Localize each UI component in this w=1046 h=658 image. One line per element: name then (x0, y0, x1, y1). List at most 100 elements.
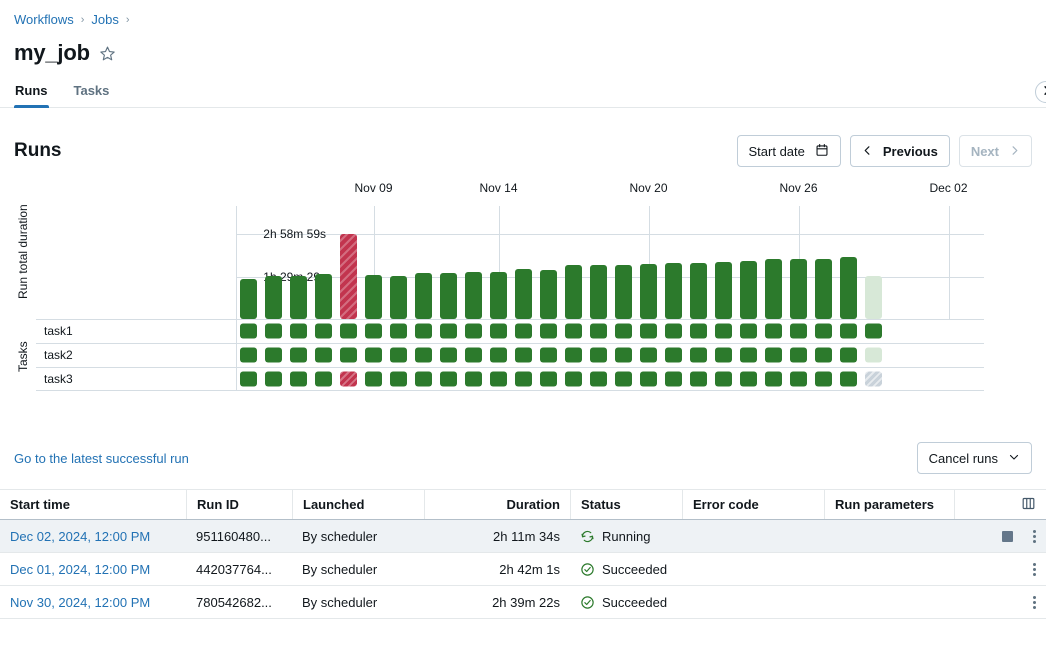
task-status-cell[interactable] (865, 348, 882, 363)
task-status-cell[interactable] (265, 348, 282, 363)
cell-start-time-text[interactable]: Dec 01, 2024, 12:00 PM (10, 562, 150, 577)
chart-bar[interactable] (390, 276, 407, 319)
chart-bar[interactable] (665, 263, 682, 319)
task-status-cell[interactable] (790, 324, 807, 339)
chart-bar[interactable] (490, 272, 507, 319)
task-status-cell[interactable] (465, 348, 482, 363)
task-status-cell[interactable] (590, 372, 607, 387)
task-status-cell[interactable] (715, 372, 732, 387)
chart-bar[interactable] (865, 276, 882, 319)
task-status-cell[interactable] (415, 372, 432, 387)
task-status-cell[interactable] (865, 372, 882, 387)
next-button[interactable]: Next (959, 135, 1032, 167)
chart-bar[interactable] (240, 279, 257, 319)
task-status-cell[interactable] (365, 372, 382, 387)
cell-start-time-text[interactable]: Dec 02, 2024, 12:00 PM (10, 529, 150, 544)
task-status-cell[interactable] (365, 324, 382, 339)
task-status-cell[interactable] (515, 372, 532, 387)
task-status-cell[interactable] (515, 324, 532, 339)
task-status-cell[interactable] (690, 372, 707, 387)
task-status-cell[interactable] (565, 348, 582, 363)
task-status-cell[interactable] (665, 372, 682, 387)
chart-bar[interactable] (615, 265, 632, 319)
chart-bar[interactable] (740, 261, 757, 319)
task-status-cell[interactable] (465, 372, 482, 387)
column-header-run-id[interactable]: Run ID (186, 490, 292, 519)
cell-start-time[interactable]: Nov 30, 2024, 12:00 PM (0, 586, 186, 618)
task-status-cell[interactable] (840, 372, 857, 387)
task-status-cell[interactable] (790, 372, 807, 387)
chart-bar[interactable] (265, 276, 282, 319)
task-status-cell[interactable] (590, 324, 607, 339)
chart-bar[interactable] (590, 265, 607, 319)
task-status-cell[interactable] (665, 348, 682, 363)
chart-bar[interactable] (790, 259, 807, 319)
task-status-cell[interactable] (540, 324, 557, 339)
chart-bar[interactable] (765, 259, 782, 319)
task-status-cell[interactable] (390, 348, 407, 363)
breadcrumb-item-jobs[interactable]: Jobs (91, 12, 118, 28)
columns-settings-button[interactable] (954, 490, 1046, 519)
task-status-cell[interactable] (315, 372, 332, 387)
task-status-cell[interactable] (740, 372, 757, 387)
chart-bar[interactable] (465, 272, 482, 319)
task-status-cell[interactable] (740, 348, 757, 363)
task-status-cell[interactable] (340, 348, 357, 363)
column-header-duration[interactable]: Duration (424, 490, 570, 519)
task-status-cell[interactable] (265, 324, 282, 339)
chart-bar[interactable] (640, 264, 657, 319)
cell-start-time[interactable]: Dec 02, 2024, 12:00 PM (0, 520, 186, 552)
task-status-cell[interactable] (390, 372, 407, 387)
chart-bar[interactable] (715, 262, 732, 319)
chart-bar[interactable] (340, 234, 357, 319)
task-status-cell[interactable] (540, 348, 557, 363)
task-status-cell[interactable] (440, 372, 457, 387)
task-status-cell[interactable] (440, 324, 457, 339)
task-status-cell[interactable] (490, 348, 507, 363)
cancel-runs-button[interactable]: Cancel runs (917, 442, 1032, 474)
task-status-cell[interactable] (490, 372, 507, 387)
tab-runs[interactable]: Runs (14, 83, 49, 107)
task-status-cell[interactable] (865, 324, 882, 339)
cell-start-time-text[interactable]: Nov 30, 2024, 12:00 PM (10, 595, 150, 610)
task-status-cell[interactable] (765, 372, 782, 387)
task-status-cell[interactable] (640, 372, 657, 387)
chart-bar[interactable] (840, 257, 857, 319)
task-status-cell[interactable] (290, 348, 307, 363)
task-status-cell[interactable] (240, 372, 257, 387)
column-header-run-parameters[interactable]: Run parameters (824, 490, 954, 519)
chart-bar[interactable] (415, 273, 432, 319)
task-status-cell[interactable] (840, 324, 857, 339)
chart-bar[interactable] (565, 265, 582, 319)
task-status-cell[interactable] (340, 324, 357, 339)
stop-square-icon[interactable] (1002, 531, 1013, 542)
star-outline-icon[interactable] (99, 45, 116, 62)
cell-start-time[interactable]: Dec 01, 2024, 12:00 PM (0, 553, 186, 585)
task-status-cell[interactable] (690, 348, 707, 363)
column-header-error-code[interactable]: Error code (682, 490, 824, 519)
chart-bar[interactable] (540, 270, 557, 319)
chart-bar[interactable] (515, 269, 532, 320)
task-status-cell[interactable] (615, 324, 632, 339)
task-status-cell[interactable] (465, 324, 482, 339)
task-status-cell[interactable] (540, 372, 557, 387)
task-status-cell[interactable] (290, 324, 307, 339)
kebab-menu-icon[interactable] (1033, 563, 1036, 576)
task-status-cell[interactable] (240, 324, 257, 339)
task-status-cell[interactable] (640, 324, 657, 339)
task-status-cell[interactable] (515, 348, 532, 363)
previous-button[interactable]: Previous (850, 135, 950, 167)
task-status-cell[interactable] (765, 324, 782, 339)
task-status-cell[interactable] (615, 372, 632, 387)
task-status-cell[interactable] (640, 348, 657, 363)
breadcrumb-item-workflows[interactable]: Workflows (14, 12, 74, 28)
task-status-cell[interactable] (565, 372, 582, 387)
chart-bar[interactable] (315, 274, 332, 319)
tab-tasks[interactable]: Tasks (73, 83, 111, 107)
task-status-cell[interactable] (365, 348, 382, 363)
task-status-cell[interactable] (590, 348, 607, 363)
start-date-button[interactable]: Start date (737, 135, 841, 167)
task-status-cell[interactable] (565, 324, 582, 339)
task-status-cell[interactable] (440, 348, 457, 363)
chart-bar[interactable] (440, 273, 457, 319)
